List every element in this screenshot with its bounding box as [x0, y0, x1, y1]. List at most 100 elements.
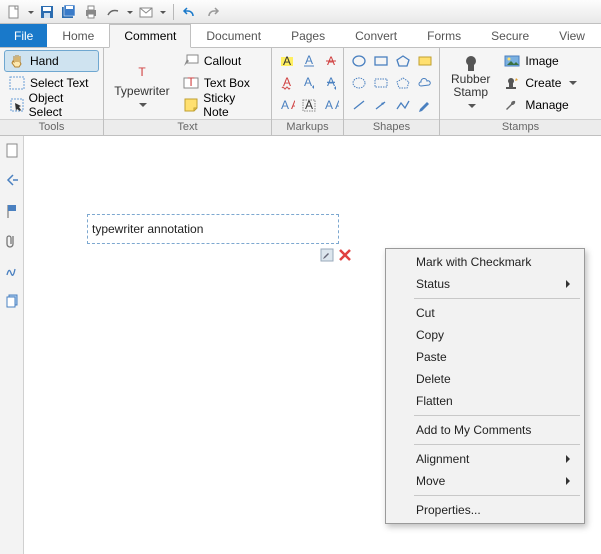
squiggly-button[interactable]: A [276, 72, 298, 94]
sidebar [0, 136, 24, 554]
tab-file[interactable]: File [0, 24, 47, 47]
tab-view[interactable]: View [544, 24, 600, 47]
mail-dropdown[interactable] [158, 9, 167, 15]
layers-panel-button[interactable] [3, 292, 21, 310]
rect-fill-button[interactable] [414, 50, 436, 72]
new-doc-dropdown[interactable] [26, 9, 35, 15]
bookmarks-panel-button[interactable] [3, 172, 21, 190]
ctx-copy[interactable]: Copy [388, 324, 582, 346]
polyline-button[interactable] [392, 94, 414, 116]
callout-icon [183, 53, 199, 69]
svg-text:A: A [304, 76, 312, 89]
svg-text:T: T [138, 65, 146, 79]
pencil-button[interactable] [414, 94, 436, 116]
new-doc-button[interactable] [4, 2, 24, 22]
group-markups-label: Markups [272, 119, 343, 135]
polygon-button[interactable] [392, 50, 414, 72]
group-stamps: Rubber Stamp Image Create Manage [440, 48, 601, 135]
ctx-delete[interactable]: Delete [388, 368, 582, 390]
attachments-panel-button[interactable] [3, 232, 21, 250]
save-button[interactable] [37, 2, 57, 22]
group-shapes-label: Shapes [344, 119, 439, 135]
zoom-dropdown[interactable] [125, 9, 134, 15]
tab-document[interactable]: Document [191, 24, 276, 47]
ctx-separator [414, 444, 580, 445]
image-stamp-button[interactable]: Image [499, 50, 582, 72]
markups-more-button[interactable]: AA [320, 94, 342, 116]
ctx-properties[interactable]: Properties... [388, 499, 582, 521]
redo-button[interactable] [202, 2, 222, 22]
underline-button[interactable]: A [298, 50, 320, 72]
mail-button[interactable] [136, 2, 156, 22]
insert-text-button[interactable]: A [298, 72, 320, 94]
tab-comment[interactable]: Comment [109, 24, 191, 48]
hand-label: Hand [30, 54, 59, 68]
tab-pages[interactable]: Pages [276, 24, 340, 47]
callout-button[interactable]: Callout [178, 50, 267, 72]
cloud-button[interactable] [414, 72, 436, 94]
arrow-button[interactable] [370, 94, 392, 116]
signatures-panel-button[interactable] [3, 262, 21, 280]
svg-text:A: A [335, 98, 339, 112]
highlight-button[interactable]: A [276, 50, 298, 72]
replace-text-button[interactable]: A [320, 72, 342, 94]
group-shapes: Shapes [344, 48, 440, 135]
annotation-controls [320, 248, 351, 262]
group-text-label: Text [104, 119, 271, 135]
ctx-separator [414, 298, 580, 299]
tab-home[interactable]: Home [47, 24, 109, 47]
select-text-label: Select Text [30, 76, 88, 90]
qat-separator [173, 4, 174, 20]
svg-text:A: A [325, 98, 333, 112]
annotation-edit-button[interactable] [320, 248, 334, 262]
area-highlight-button[interactable]: A [298, 94, 320, 116]
group-text: T Typewriter Callout T Text Box Sticky N… [104, 48, 272, 135]
ctx-cut[interactable]: Cut [388, 302, 582, 324]
svg-text:A: A [327, 76, 335, 89]
undo-button[interactable] [180, 2, 200, 22]
rect-button[interactable] [370, 50, 392, 72]
ctx-paste[interactable]: Paste [388, 346, 582, 368]
print-button[interactable] [81, 2, 101, 22]
object-select-button[interactable]: Object Select [4, 94, 99, 116]
ctx-alignment[interactable]: Alignment [388, 448, 582, 470]
pages-panel-button[interactable] [3, 142, 21, 160]
typewriter-button[interactable]: T Typewriter [108, 50, 176, 116]
ctx-status[interactable]: Status [388, 273, 582, 295]
zoom-out-button[interactable] [103, 2, 123, 22]
wrench-icon [504, 98, 520, 112]
document-canvas[interactable]: typewriter annotation Mark with Checkmar… [24, 136, 601, 554]
tab-convert[interactable]: Convert [340, 24, 412, 47]
rubber-stamp-button[interactable]: Rubber Stamp [444, 50, 497, 116]
caret-button[interactable]: AA [276, 94, 298, 116]
stamp-icon [458, 53, 484, 71]
hand-tool-button[interactable]: Hand [4, 50, 99, 72]
sticky-note-button[interactable]: Sticky Note [178, 94, 267, 116]
ctx-move[interactable]: Move [388, 470, 582, 492]
svg-text:A: A [291, 98, 295, 112]
flag-panel-button[interactable] [3, 202, 21, 220]
line-button[interactable] [348, 94, 370, 116]
typewriter-annotation[interactable]: typewriter annotation [87, 214, 339, 244]
ctx-mark-checkmark[interactable]: Mark with Checkmark [388, 251, 582, 273]
context-menu: Mark with Checkmark Status Cut Copy Past… [385, 248, 585, 524]
typewriter-icon: T [128, 54, 156, 82]
ctx-add-comments[interactable]: Add to My Comments [388, 419, 582, 441]
tab-forms[interactable]: Forms [412, 24, 476, 47]
cloud-poly-button[interactable] [392, 72, 414, 94]
tab-secure[interactable]: Secure [476, 24, 544, 47]
save-all-button[interactable] [59, 2, 79, 22]
quick-access-toolbar [0, 0, 601, 24]
annotation-delete-button[interactable] [339, 249, 351, 261]
strikeout-button[interactable]: A [320, 50, 342, 72]
ctx-flatten[interactable]: Flatten [388, 390, 582, 412]
ellipse-button[interactable] [348, 50, 370, 72]
create-stamp-button[interactable]: Create [499, 72, 582, 94]
cloud-ellipse-button[interactable] [348, 72, 370, 94]
manage-stamp-button[interactable]: Manage [499, 94, 582, 116]
cloud-rect-button[interactable] [370, 72, 392, 94]
object-select-label: Object Select [29, 91, 94, 119]
annotation-text: typewriter annotation [92, 222, 203, 236]
image-icon [504, 54, 520, 68]
ribbon-tabs: File Home Comment Document Pages Convert… [0, 24, 601, 48]
